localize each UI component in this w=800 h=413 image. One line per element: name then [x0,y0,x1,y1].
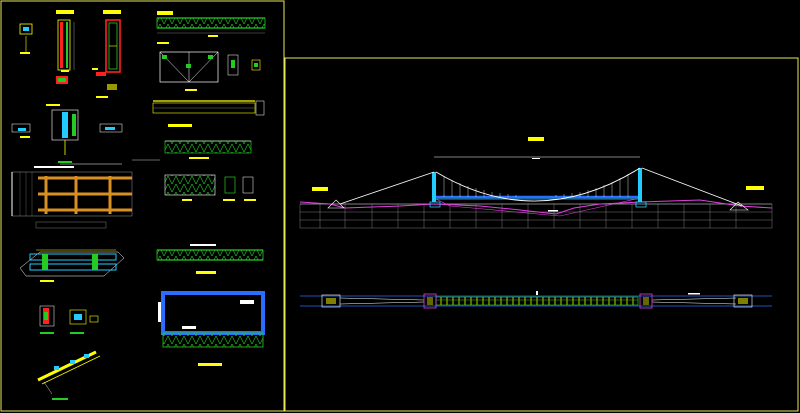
details-sheet-frame [0,0,285,412]
bridge-sheet [299,137,773,309]
bridge-sheet-frame [284,57,799,412]
details-sheet [11,10,266,400]
deck-plan-detail [164,140,256,201]
column-section-detail [46,10,121,106]
isometric-deck-detail [37,350,101,400]
suspension-bridge-elevation [299,167,773,229]
bottom-truss-elevation [156,244,264,274]
anchor-block-detail [19,249,125,282]
bridge-frame-section [158,291,265,366]
cad-drawing [0,0,799,412]
steel-plate-detail [19,10,75,72]
frame-cross-section [11,159,160,229]
truss-panel-detail [157,42,261,91]
elevation-title-mark [528,137,544,141]
cad-drawing-canvas [0,0,800,413]
cross-beam-detail [152,100,265,127]
bolt-connection-detail [11,109,123,163]
suspension-bridge-plan [300,291,772,309]
small-column-details [39,305,99,334]
top-truss-elevation [156,11,266,37]
